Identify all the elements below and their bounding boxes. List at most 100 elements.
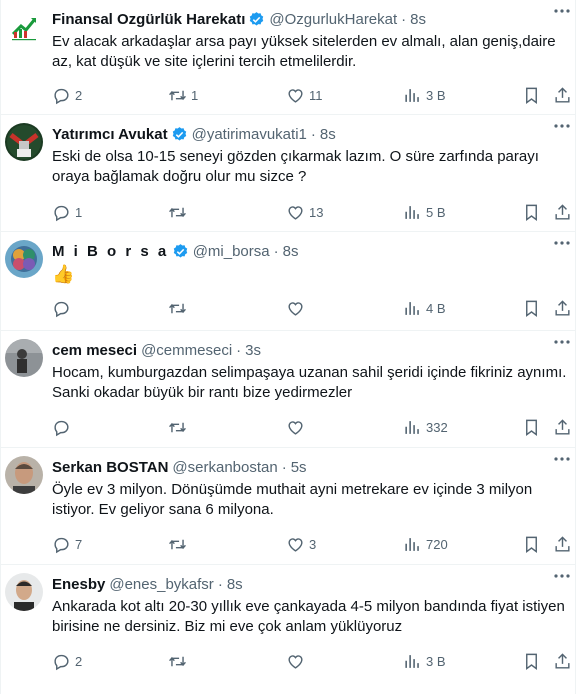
reply-icon [54, 420, 69, 436]
retweet-button[interactable] [168, 652, 191, 671]
separator-dot: · [273, 242, 279, 260]
reply-button[interactable] [52, 299, 75, 318]
share-icon [555, 418, 570, 435]
more-options-icon[interactable] [553, 571, 571, 581]
more-options-icon[interactable] [553, 6, 571, 16]
tweet-body: Serkan BOSTAN @serkanbostan · 5s Öyle ev… [52, 456, 567, 520]
avatar[interactable] [5, 8, 43, 46]
views-button[interactable]: 3 B [403, 652, 446, 671]
bookmark-button[interactable] [522, 203, 541, 222]
reply-button[interactable]: 7 [52, 535, 82, 554]
bookmark-button[interactable] [522, 418, 541, 437]
reply-button[interactable]: 1 [52, 203, 82, 222]
display-name[interactable]: cem meseci [52, 342, 137, 359]
views-icon [405, 537, 419, 551]
timestamp[interactable]: 8s [227, 576, 243, 593]
views-button[interactable]: 720 [403, 535, 448, 554]
avatar[interactable] [5, 456, 43, 494]
tweet-item[interactable]: Yatırımcı Avukat @yatirimavukati1 · 8s E… [1, 115, 575, 232]
view-count: 5 B [426, 204, 446, 220]
share-button[interactable] [553, 299, 572, 318]
bookmark-button[interactable] [522, 299, 541, 318]
share-button[interactable] [553, 535, 572, 554]
reply-button[interactable]: 2 [52, 652, 82, 671]
views-button[interactable]: 332 [403, 418, 448, 437]
like-button[interactable] [286, 418, 309, 437]
timestamp[interactable]: 5s [291, 459, 307, 476]
retweet-button[interactable]: 1 [168, 86, 198, 105]
views-button[interactable]: 4 B [403, 299, 446, 318]
timestamp[interactable]: 8s [320, 126, 336, 143]
like-button[interactable]: 11 [286, 86, 323, 105]
retweet-button[interactable] [168, 299, 191, 318]
reply-button[interactable] [52, 418, 75, 437]
more-options-icon[interactable] [553, 454, 571, 464]
tweet-header: M i B o r s a @mi_borsa · 8s [52, 240, 567, 262]
share-icon [555, 203, 570, 220]
username-handle[interactable]: @yatirimavukati1 [192, 126, 307, 143]
share-button[interactable] [553, 86, 572, 105]
username-handle[interactable]: @OzgurlukHarekat [269, 11, 397, 28]
tweet-body: Finansal Ozgürlük Harekatı @OzgurlukHare… [52, 8, 567, 72]
display-name[interactable]: M i B o r s a [52, 243, 169, 260]
display-name[interactable]: Yatırımcı Avukat [52, 126, 168, 143]
timestamp[interactable]: 3s [245, 342, 261, 359]
tweet-text: Hocam, kumburgazdan selimpaşaya uzanan s… [52, 364, 567, 401]
brain-avatar-icon [5, 240, 43, 278]
tweet-item[interactable]: Enesby @enes_bykafsr · 8s Ankarada kot a… [1, 565, 575, 682]
more-options-icon[interactable] [553, 121, 571, 131]
username-handle[interactable]: @mi_borsa [193, 243, 270, 260]
retweet-icon [169, 303, 186, 313]
username-handle[interactable]: @serkanbostan [172, 459, 277, 476]
like-button[interactable]: 3 [286, 535, 316, 554]
share-button[interactable] [553, 652, 572, 671]
retweet-icon [169, 656, 186, 666]
bookmark-button[interactable] [522, 86, 541, 105]
views-button[interactable]: 5 B [403, 203, 446, 222]
share-icon [555, 299, 570, 316]
retweet-icon [169, 90, 186, 100]
tweet-actions: 4 B [52, 298, 570, 318]
like-button[interactable]: 13 [286, 203, 323, 222]
display-name[interactable]: Serkan BOSTAN [52, 459, 168, 476]
tweet-item[interactable]: Finansal Ozgürlük Harekatı @OzgurlukHare… [1, 0, 575, 115]
retweet-button[interactable] [168, 203, 191, 222]
like-button[interactable] [286, 652, 309, 671]
avatar[interactable] [5, 240, 43, 278]
share-icon [555, 535, 570, 552]
view-count: 3 B [426, 87, 446, 103]
more-options-icon[interactable] [553, 337, 571, 347]
tweet-text: Ev alacak arkadaşlar arsa payı yüksek si… [52, 33, 556, 70]
tweet-body: M i B o r s a @mi_borsa · 8s 👍 [52, 240, 567, 285]
retweet-button[interactable] [168, 535, 191, 554]
tweet-text: Öyle ev 3 milyon. Dönüşümde muthait ayni… [52, 481, 533, 518]
reply-count: 1 [75, 204, 83, 220]
tweet-item[interactable]: cem meseci @cemmeseci · 3s Hocam, kumbur… [1, 331, 575, 448]
like-button[interactable] [286, 299, 309, 318]
bookmark-button[interactable] [522, 652, 541, 671]
tweet-actions: 7 3 720 [52, 534, 570, 554]
share-button[interactable] [553, 418, 572, 437]
tweet-header: Yatırımcı Avukat @yatirimavukati1 · 8s [52, 123, 567, 145]
timestamp[interactable]: 8s [283, 243, 299, 260]
separator-dot: · [310, 125, 316, 143]
timestamp[interactable]: 8s [410, 11, 426, 28]
share-button[interactable] [553, 203, 572, 222]
retweet-button[interactable] [168, 418, 191, 437]
reply-count: 2 [75, 87, 83, 103]
reply-button[interactable]: 2 [52, 86, 82, 105]
tweet-item[interactable]: M i B o r s a @mi_borsa · 8s 👍 4 B [1, 232, 575, 331]
username-handle[interactable]: @cemmeseci [141, 342, 232, 359]
tweet-header: Serkan BOSTAN @serkanbostan · 5s [52, 456, 567, 478]
avatar[interactable] [5, 339, 43, 377]
avatar[interactable] [5, 123, 43, 161]
display-name[interactable]: Enesby [52, 576, 105, 593]
avatar[interactable] [5, 573, 43, 611]
views-button[interactable]: 3 B [403, 86, 446, 105]
more-options-icon[interactable] [553, 238, 571, 248]
bookmark-button[interactable] [522, 535, 541, 554]
display-name[interactable]: Finansal Ozgürlük Harekatı [52, 11, 245, 28]
username-handle[interactable]: @enes_bykafsr [109, 576, 213, 593]
tweet-item[interactable]: Serkan BOSTAN @serkanbostan · 5s Öyle ev… [1, 448, 575, 565]
profile-photo-icon [5, 573, 43, 611]
